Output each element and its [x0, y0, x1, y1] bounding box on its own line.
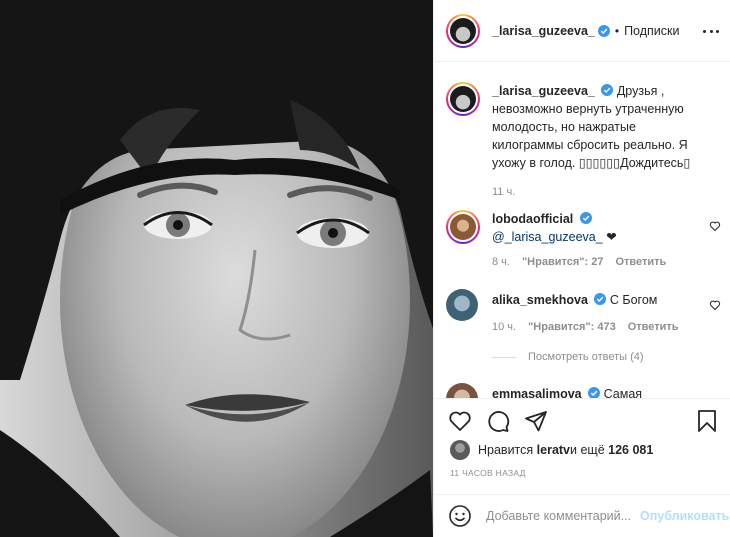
- caption-avatar[interactable]: [446, 82, 480, 116]
- comments-list[interactable]: _larisa_guzeeva_ Друзья , невозможно вер…: [434, 63, 730, 398]
- verified-badge-icon: [588, 387, 601, 398]
- likes-user[interactable]: leratv: [537, 443, 570, 457]
- comment-likes[interactable]: "Нравится": 473: [528, 321, 616, 333]
- commenter-avatar[interactable]: [446, 210, 480, 244]
- like-heart-icon[interactable]: [448, 409, 472, 433]
- author-avatar[interactable]: [446, 13, 480, 48]
- comment-username[interactable]: lobodaofficial: [492, 212, 573, 226]
- reply-button[interactable]: Ответить: [628, 321, 679, 333]
- post-photo[interactable]: [0, 0, 433, 537]
- comment-mention[interactable]: @_larisa_guzeeva_: [492, 230, 603, 244]
- emoji-smiley-icon[interactable]: [448, 504, 472, 528]
- reply-button[interactable]: Ответить: [615, 256, 666, 268]
- likes-count[interactable]: 126 081: [608, 443, 653, 457]
- verified-badge-icon: [579, 212, 592, 224]
- comment-username[interactable]: alika_smekhova: [492, 293, 588, 307]
- likes-summary[interactable]: Нравится leratv и ещё 126 081: [450, 440, 653, 460]
- view-replies-label: Посмотреть ответы (4): [528, 351, 644, 363]
- view-replies-button[interactable]: Посмотреть ответы (4): [492, 351, 644, 363]
- publish-button[interactable]: Опубликовать: [640, 509, 729, 523]
- comment-text: С Богом: [609, 293, 658, 307]
- comment-bubble-icon[interactable]: [486, 409, 510, 433]
- post-caption: _larisa_guzeeva_ Друзья , невозможно вер…: [446, 82, 721, 198]
- verified-badge-icon: [601, 84, 614, 96]
- share-paper-plane-icon[interactable]: [524, 409, 548, 433]
- comment-input[interactable]: [486, 508, 636, 523]
- comment-item: emmasalimova Самая: [446, 383, 721, 398]
- caption-username[interactable]: _larisa_guzeeva_: [492, 84, 595, 98]
- comment-like-icon[interactable]: [709, 220, 721, 232]
- likes-prefix: Нравится: [478, 443, 534, 457]
- verified-badge-icon: [594, 293, 607, 305]
- comment-time[interactable]: 8 ч.: [492, 256, 510, 268]
- comment-like-icon[interactable]: [709, 299, 721, 311]
- post-timestamp[interactable]: 11 ЧАСОВ НАЗАД: [450, 468, 526, 478]
- commenter-avatar[interactable]: [446, 383, 478, 398]
- author-username[interactable]: _larisa_guzeeva_: [492, 24, 595, 38]
- likes-middle: и ещё: [570, 443, 605, 457]
- add-comment-bar: Опубликовать: [434, 494, 730, 536]
- comment-username[interactable]: emmasalimova: [492, 387, 582, 398]
- caption-time[interactable]: 11 ч.: [492, 186, 515, 198]
- verified-badge-icon: [597, 24, 610, 37]
- save-bookmark-icon[interactable]: [695, 409, 719, 433]
- comment-likes[interactable]: "Нравится": 27: [522, 256, 603, 268]
- comment-text: Самая: [603, 387, 643, 398]
- comment-time[interactable]: 10 ч.: [492, 321, 516, 333]
- comment-item: alika_smekhova С Богом 10 ч. "Нравится":…: [446, 289, 721, 333]
- post-header: _larisa_guzeeva_ • Подписки: [434, 0, 730, 62]
- liker-avatar: [450, 440, 470, 460]
- header-separator: •: [614, 23, 620, 38]
- following-button[interactable]: Подписки: [624, 24, 679, 38]
- portrait-image: [0, 0, 433, 537]
- comment-text: ❤: [602, 230, 617, 244]
- comment-item: lobodaofficial @_larisa_guzeeva_ ❤ 8 ч. …: [446, 210, 721, 268]
- post-actions: Нравится leratv и ещё 126 081 11 ЧАСОВ Н…: [434, 398, 730, 537]
- more-options-icon[interactable]: [703, 24, 719, 38]
- commenter-avatar[interactable]: [446, 289, 478, 321]
- post-side-panel: _larisa_guzeeva_ • Подписки _larisa_guze…: [433, 0, 730, 537]
